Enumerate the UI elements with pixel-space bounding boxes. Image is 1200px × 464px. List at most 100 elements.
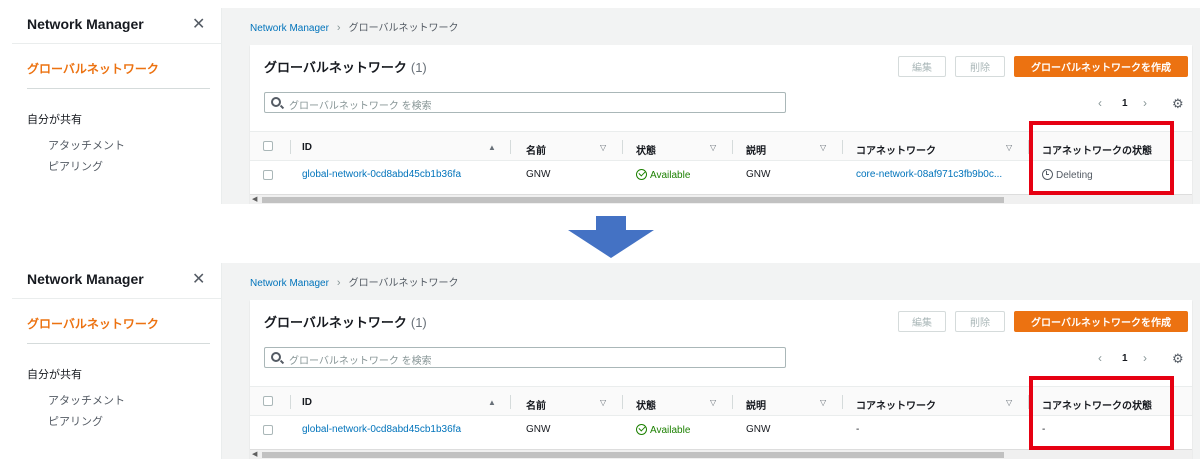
sort-icon[interactable]: ▽: [600, 398, 606, 407]
current-page-number[interactable]: 1: [1122, 353, 1128, 364]
column-divider: [732, 140, 733, 154]
row-checkbox[interactable]: [263, 425, 273, 435]
sidebar: Network Manager ✕ グローバルネットワーク 自分が共有 アタッチ…: [12, 263, 222, 459]
create-global-network-button[interactable]: グローバルネットワークを作成: [1014, 56, 1188, 77]
breadcrumb: Network Manager › グローバルネットワーク: [250, 19, 459, 34]
prev-page-icon[interactable]: ‹: [1098, 351, 1102, 365]
state-text: Available: [650, 425, 691, 436]
column-divider: [842, 395, 843, 409]
column-divider: [290, 395, 291, 409]
column-header-name[interactable]: 名前: [526, 397, 546, 412]
delete-button[interactable]: 削除: [955, 311, 1005, 332]
breadcrumb-separator-icon: ›: [336, 277, 341, 289]
horizontal-scrollbar[interactable]: ◀: [250, 449, 1192, 459]
create-global-network-button[interactable]: グローバルネットワークを作成: [1014, 311, 1188, 332]
arrow-shape: [568, 216, 654, 258]
page-title: グローバルネットワーク (1): [264, 57, 427, 76]
search-input[interactable]: グローバルネットワーク を検索: [264, 92, 786, 113]
current-page-number[interactable]: 1: [1122, 98, 1128, 109]
search-input[interactable]: グローバルネットワーク を検索: [264, 347, 786, 368]
search-placeholder: グローバルネットワーク を検索: [289, 101, 432, 112]
cell-core-network: -: [856, 424, 860, 435]
item-count: (1): [410, 60, 427, 75]
core-network-link[interactable]: core-network-08af971c3fb9b0c...: [856, 169, 1002, 180]
sidebar-header: Network Manager ✕: [12, 263, 221, 299]
next-page-icon[interactable]: ›: [1143, 351, 1147, 365]
column-header-core-network[interactable]: コアネットワーク: [856, 142, 936, 157]
card-title-text: グローバルネットワーク: [264, 60, 407, 75]
sidebar-item-attachments[interactable]: アタッチメント: [48, 392, 125, 408]
search-icon: [271, 97, 281, 107]
select-all-checkbox[interactable]: [263, 396, 273, 406]
breadcrumb-root-link[interactable]: Network Manager: [250, 278, 329, 289]
column-header-core-network[interactable]: コアネットワーク: [856, 397, 936, 412]
prev-page-icon[interactable]: ‹: [1098, 96, 1102, 110]
sidebar-divider: [27, 343, 210, 344]
column-header-state[interactable]: 状態: [636, 397, 656, 412]
column-header-id[interactable]: ID: [302, 397, 312, 408]
column-divider: [732, 395, 733, 409]
breadcrumb-current: グローバルネットワーク: [348, 23, 459, 34]
sort-icon[interactable]: ▽: [820, 398, 826, 407]
horizontal-scrollbar[interactable]: ◀: [250, 194, 1192, 204]
close-icon[interactable]: ✕: [192, 14, 205, 34]
cell-name: GNW: [526, 424, 551, 435]
breadcrumb-root-link[interactable]: Network Manager: [250, 23, 329, 34]
cell-state: Available: [636, 424, 690, 436]
scrollbar-thumb[interactable]: [262, 197, 1004, 203]
sort-icon[interactable]: ▽: [710, 143, 716, 152]
next-page-icon[interactable]: ›: [1143, 96, 1147, 110]
sidebar-item-peering[interactable]: ピアリング: [48, 158, 103, 174]
console-screenshot-after: Network Manager ✕ グローバルネットワーク 自分が共有 アタッチ…: [12, 263, 1200, 459]
sort-icon[interactable]: ▽: [820, 143, 826, 152]
global-network-id-link[interactable]: global-network-0cd8abd45cb1b36fa: [302, 424, 461, 435]
down-arrow-icon: [568, 216, 654, 258]
gear-icon[interactable]: ⚙: [1172, 96, 1184, 112]
sidebar-section-shared-by-me: 自分が共有: [27, 114, 82, 126]
column-divider: [510, 395, 511, 409]
delete-button[interactable]: 削除: [955, 56, 1005, 77]
column-header-description[interactable]: 説明: [746, 142, 766, 157]
edit-button[interactable]: 編集: [898, 56, 946, 77]
close-icon[interactable]: ✕: [192, 269, 205, 289]
column-header-description[interactable]: 説明: [746, 397, 766, 412]
column-header-name[interactable]: 名前: [526, 142, 546, 157]
sidebar-item-global-networks[interactable]: グローバルネットワーク: [27, 60, 159, 77]
select-all-checkbox[interactable]: [263, 141, 273, 151]
edit-button[interactable]: 編集: [898, 311, 946, 332]
sort-icon[interactable]: ▽: [1006, 398, 1012, 407]
sort-icon[interactable]: ▽: [600, 143, 606, 152]
sidebar-item-peering[interactable]: ピアリング: [48, 413, 103, 429]
column-divider: [290, 140, 291, 154]
highlight-box: [1029, 121, 1174, 195]
sort-asc-icon[interactable]: ▲: [488, 143, 496, 152]
cell-name: GNW: [526, 169, 551, 180]
breadcrumb: Network Manager › グローバルネットワーク: [250, 274, 459, 289]
global-network-id-link[interactable]: global-network-0cd8abd45cb1b36fa: [302, 169, 461, 180]
check-circle-icon: [636, 169, 647, 180]
sort-icon[interactable]: ▽: [1006, 143, 1012, 152]
scroll-left-icon[interactable]: ◀: [252, 195, 257, 203]
sort-asc-icon[interactable]: ▲: [488, 398, 496, 407]
column-divider: [842, 140, 843, 154]
card-title-text: グローバルネットワーク: [264, 315, 407, 330]
sidebar-title: Network Manager: [27, 271, 144, 287]
search-icon: [271, 352, 281, 362]
sidebar-item-global-networks[interactable]: グローバルネットワーク: [27, 315, 159, 332]
sort-icon[interactable]: ▽: [710, 398, 716, 407]
sidebar-section-shared-by-me: 自分が共有: [27, 369, 82, 381]
sidebar: Network Manager ✕ グローバルネットワーク 自分が共有 アタッチ…: [12, 8, 222, 204]
sidebar-header: Network Manager ✕: [12, 8, 221, 44]
console-screenshot-before: Network Manager ✕ グローバルネットワーク 自分が共有 アタッチ…: [12, 8, 1200, 204]
column-header-id[interactable]: ID: [302, 142, 312, 153]
scrollbar-thumb[interactable]: [262, 452, 1004, 458]
column-header-state[interactable]: 状態: [636, 142, 656, 157]
scroll-left-icon[interactable]: ◀: [252, 450, 257, 458]
page-title: グローバルネットワーク (1): [264, 312, 427, 331]
row-checkbox[interactable]: [263, 170, 273, 180]
state-text: Available: [650, 170, 691, 181]
sidebar-item-attachments[interactable]: アタッチメント: [48, 137, 125, 153]
column-divider: [622, 140, 623, 154]
cell-description: GNW: [746, 169, 771, 180]
gear-icon[interactable]: ⚙: [1172, 351, 1184, 367]
